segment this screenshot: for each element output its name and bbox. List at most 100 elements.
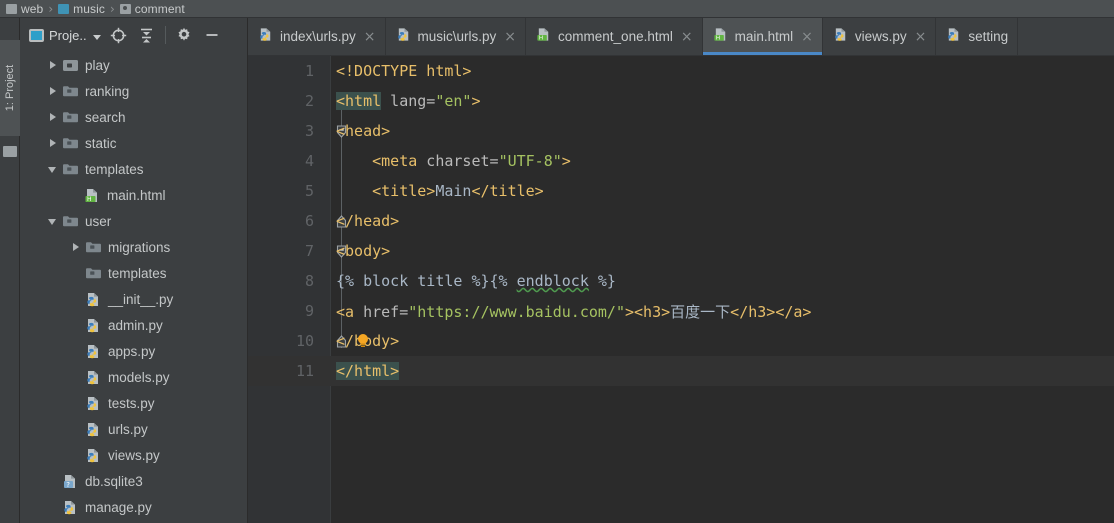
- intention-bulb-icon[interactable]: [356, 333, 371, 349]
- code-line-current: 11 </html>: [248, 356, 1114, 386]
- html-file-icon: H: [84, 188, 101, 203]
- tree-item-models-py[interactable]: models.py: [20, 364, 248, 390]
- project-view-label: Proje..: [49, 27, 87, 43]
- tree-item-label: ranking: [85, 83, 130, 99]
- editor-tab-main-html[interactable]: H main.html ×: [702, 18, 823, 55]
- folder-icon: [62, 110, 79, 125]
- tree-item-tests-py[interactable]: tests.py: [20, 390, 248, 416]
- close-icon[interactable]: ×: [364, 30, 376, 44]
- close-icon[interactable]: ×: [681, 30, 693, 44]
- folder-icon: [85, 240, 102, 255]
- tree-item-label: templates: [108, 265, 167, 281]
- chevron-right-icon[interactable]: [46, 110, 60, 124]
- line-content: <html lang="en">: [336, 92, 481, 110]
- close-icon[interactable]: ×: [801, 30, 813, 44]
- line-number: 10: [295, 332, 314, 350]
- tree-item-label: apps.py: [108, 343, 156, 359]
- line-number: 1: [304, 62, 314, 80]
- line-number: 7: [304, 242, 314, 260]
- project-file-tree[interactable]: play ranking search static templates H m…: [20, 52, 248, 523]
- line-content: <!DOCTYPE html>: [336, 62, 472, 80]
- tree-item-user[interactable]: user: [20, 208, 248, 234]
- editor-tab-index-urls-py[interactable]: index\urls.py ×: [248, 18, 386, 55]
- locate-icon[interactable]: [106, 22, 132, 48]
- line-number: 5: [304, 182, 314, 200]
- editor-tab-music-urls-py[interactable]: music\urls.py ×: [386, 18, 527, 55]
- code-line: 4 <meta charset="UTF-8">: [248, 146, 1114, 176]
- tree-item-templates[interactable]: templates: [20, 156, 248, 182]
- tree-item-label: __init__.py: [108, 291, 174, 307]
- tree-item-search[interactable]: search: [20, 104, 248, 130]
- tool-window-label: 1: Project: [4, 64, 16, 112]
- tool-window-button-project[interactable]: 1: Project: [0, 40, 20, 136]
- editor-tab-views-py[interactable]: views.py ×: [823, 18, 937, 55]
- tree-item-label: urls.py: [108, 421, 148, 437]
- line-number: 11: [295, 362, 314, 380]
- editor-tab-settings-py[interactable]: setting: [936, 18, 1019, 55]
- line-number: 8: [304, 272, 314, 290]
- editor-tab-comment-one-html[interactable]: H comment_one.html ×: [526, 18, 703, 55]
- python-file-icon: [85, 318, 102, 333]
- close-icon[interactable]: ×: [504, 30, 516, 44]
- svg-text:H: H: [87, 196, 92, 203]
- python-file-icon: [833, 27, 849, 46]
- python-file-icon: [396, 27, 412, 46]
- tree-item-db-sqlite3[interactable]: ? db.sqlite3: [20, 468, 248, 494]
- breadcrumb-label: comment: [134, 1, 185, 16]
- tree-item-user-templates[interactable]: templates: [20, 260, 248, 286]
- breadcrumb-item-web[interactable]: web: [6, 2, 43, 16]
- code-line: 8 {% block title %}{% endblock %}: [248, 266, 1114, 296]
- breadcrumb-label: music: [73, 1, 105, 16]
- chevron-right-icon[interactable]: [69, 240, 83, 254]
- chevron-down-icon[interactable]: [46, 162, 60, 176]
- tree-item-urls-py[interactable]: urls.py: [20, 416, 248, 442]
- tree-item-admin-py[interactable]: admin.py: [20, 312, 248, 338]
- chevron-right-icon[interactable]: [46, 84, 60, 98]
- tree-item-static[interactable]: static: [20, 130, 248, 156]
- editor-tab-bar: index\urls.py × music\urls.py × H commen…: [248, 18, 1114, 56]
- tree-item-migrations[interactable]: migrations: [20, 234, 248, 260]
- line-content: </html>: [336, 362, 400, 380]
- tree-item-init-py[interactable]: __init__.py: [20, 286, 248, 312]
- tree-item-apps-py[interactable]: apps.py: [20, 338, 248, 364]
- tree-item-label: templates: [85, 161, 144, 177]
- tree-item-main-html[interactable]: H main.html: [20, 182, 248, 208]
- folder-icon: [62, 136, 79, 151]
- line-number: 6: [304, 212, 314, 230]
- line-content: </head>: [336, 212, 400, 230]
- breadcrumb-item-music[interactable]: music: [58, 2, 105, 16]
- chevron-down-icon[interactable]: [46, 214, 60, 228]
- svg-text:H: H: [715, 36, 719, 42]
- close-icon[interactable]: ×: [915, 30, 927, 44]
- tree-item-label: main.html: [107, 187, 166, 203]
- code-editor[interactable]: 1 <!DOCTYPE html> 2 <html lang="en"> 3 <…: [248, 56, 1114, 523]
- collapse-all-icon[interactable]: [134, 22, 160, 48]
- ide-window: web › music › comment 1: Project Proje..: [0, 0, 1114, 523]
- editor-tab-label: music\urls.py: [417, 29, 497, 44]
- project-icon: [29, 28, 44, 42]
- line-content: {% block title %}{% endblock %}: [336, 272, 616, 290]
- python-file-icon: [85, 448, 102, 463]
- tree-item-manage-py[interactable]: manage.py: [20, 494, 248, 520]
- minimize-icon[interactable]: [199, 22, 225, 48]
- tree-item-play[interactable]: play: [20, 52, 248, 78]
- tree-item-label: views.py: [108, 447, 160, 463]
- project-view-selector[interactable]: Proje..: [26, 26, 104, 45]
- editor-tab-label: views.py: [854, 29, 907, 44]
- breadcrumb-item-comment[interactable]: comment: [119, 1, 185, 16]
- line-number: 3: [304, 122, 314, 140]
- gear-icon[interactable]: [171, 22, 197, 48]
- folder-grey-icon: [6, 3, 17, 14]
- tree-item-views-py[interactable]: views.py: [20, 442, 248, 468]
- python-file-icon: [258, 27, 274, 46]
- tree-item-label: search: [85, 109, 126, 125]
- line-content: <a href="https://www.baidu.com/"><h3>百度一…: [336, 302, 812, 321]
- tree-item-ranking[interactable]: ranking: [20, 78, 248, 104]
- code-line: 9 <a href="https://www.baidu.com/"><h3>百…: [248, 296, 1114, 326]
- editor-tab-label: comment_one.html: [558, 29, 673, 44]
- chevron-right-icon[interactable]: [46, 136, 60, 150]
- tree-item-label: static: [85, 135, 117, 151]
- python-file-icon: [946, 27, 962, 46]
- tree-item-label: models.py: [108, 369, 170, 385]
- chevron-right-icon[interactable]: [46, 58, 60, 72]
